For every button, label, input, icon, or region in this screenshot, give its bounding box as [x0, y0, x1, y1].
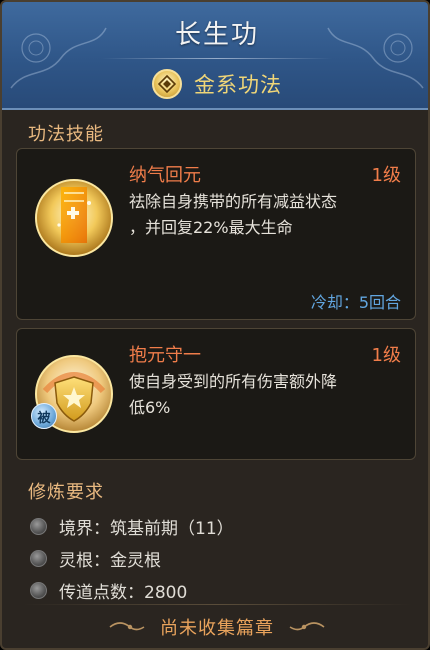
header: 长生功 金系功法 — [2, 2, 428, 110]
page-title: 长生功 — [174, 20, 259, 50]
skills-section-title: 功法技能 — [28, 124, 104, 145]
requirement-item: 传道点数：2800 — [30, 578, 188, 603]
requirement-label: 传道点数：2800 — [59, 582, 188, 603]
status-dot-icon — [30, 549, 47, 567]
skill-description-line: 祛除自身携带的所有减益状态 — [129, 192, 338, 211]
requirement-item: 境界：筑基前期（11） — [30, 514, 234, 539]
status-dot-icon — [30, 581, 47, 599]
skill-level: 1级 — [371, 345, 401, 366]
skill-level: 1级 — [371, 165, 401, 186]
skill-cooldown: 冷却：5回合 — [310, 293, 401, 312]
passive-badge: 被 — [31, 403, 57, 429]
status-dot-icon — [30, 517, 47, 535]
title-divider — [102, 58, 332, 59]
ornament-left-icon — [109, 622, 145, 631]
element-type-label: 金系功法 — [194, 73, 282, 97]
skill-description: 使自身受到的所有伤害额外降 低6% — [129, 369, 407, 421]
requirements-section-title: 修炼要求 — [28, 482, 104, 503]
healing-scroll-icon — [31, 173, 117, 259]
uncollected-chapters-label[interactable]: 尚未收集篇章 — [160, 614, 274, 640]
skill-card[interactable]: 纳气回元 1级 祛除自身携带的所有减益状态 ，并回复22%最大生命 冷却：5回合 — [16, 148, 416, 320]
ornament-right-icon — [289, 622, 325, 631]
skill-description-line: ，并回复22%最大生命 — [129, 218, 293, 237]
requirement-item: 灵根：金灵根 — [30, 546, 161, 571]
footer-divider — [22, 604, 412, 605]
skill-name: 抱元守一 — [129, 345, 201, 366]
requirement-label: 境界：筑基前期（11） — [59, 518, 234, 539]
footer: 尚未收集篇章 — [2, 606, 428, 648]
requirement-label: 灵根：金灵根 — [59, 550, 161, 571]
skill-description-line: 低6% — [129, 398, 171, 417]
skill-description-line: 使自身受到的所有伤害额外降 — [129, 372, 338, 391]
gold-element-icon — [152, 69, 182, 99]
element-type-row: 金系功法 — [2, 66, 428, 102]
skill-detail-panel: 长生功 金系功法 功法技能 纳气回元 1级 祛除自身携带的所有减益状态 ，并回复… — [0, 0, 430, 650]
skill-description: 祛除自身携带的所有减益状态 ，并回复22%最大生命 — [129, 189, 407, 241]
skill-name: 纳气回元 — [129, 165, 201, 186]
skill-card[interactable]: 被 抱元守一 1级 使自身受到的所有伤害额外降 低6% — [16, 328, 416, 460]
